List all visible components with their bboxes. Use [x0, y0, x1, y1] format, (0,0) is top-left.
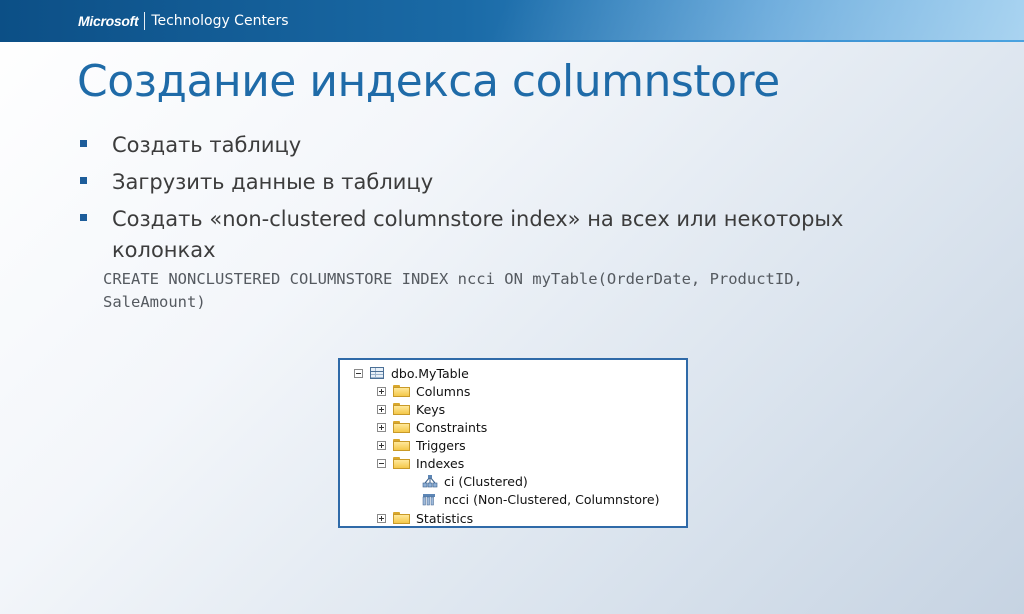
- tree-node-constraints[interactable]: Constraints: [377, 418, 487, 436]
- tree-node-label: Keys: [416, 401, 446, 417]
- tree-node-label: Triggers: [416, 437, 466, 453]
- folder-icon: [393, 403, 410, 415]
- expand-toggle-icon[interactable]: [377, 386, 386, 396]
- tree-node-label: Constraints: [416, 419, 488, 435]
- bullet-text: Загрузить данные в таблицу: [112, 170, 434, 194]
- bullet-text: Создать «non-clustered columnstore index…: [112, 207, 844, 262]
- folder-icon: [393, 421, 410, 433]
- tree-node-triggers[interactable]: Triggers: [377, 436, 466, 454]
- tree-node-label: Indexes: [416, 455, 465, 471]
- brand: Microsoft Technology Centers: [78, 11, 289, 31]
- tree-node-statistics[interactable]: Statistics: [377, 509, 473, 527]
- bullet-item: Создать «non-clustered columnstore index…: [78, 204, 938, 266]
- tree-node-index-columnstore[interactable]: ncci (Non-Clustered, Columnstore): [422, 490, 659, 508]
- expand-toggle-icon[interactable]: [377, 440, 386, 450]
- header-bar: Microsoft Technology Centers: [0, 0, 1024, 42]
- tree-node-label: Statistics: [416, 510, 474, 526]
- brand-subtitle: Technology Centers: [151, 13, 289, 29]
- expand-toggle-icon[interactable]: [377, 404, 386, 414]
- tree-node-label: dbo.MyTable: [391, 365, 469, 381]
- tree-node-table[interactable]: dbo.MyTable: [354, 364, 469, 382]
- tree-node-index-clustered[interactable]: ci (Clustered): [422, 472, 528, 490]
- bullet-square-icon: [80, 177, 87, 184]
- expand-toggle-icon[interactable]: [377, 513, 386, 523]
- bullet-list: Создать таблицу Загрузить данные в табли…: [78, 130, 938, 272]
- collapse-toggle-icon[interactable]: [377, 458, 386, 468]
- collapse-toggle-icon[interactable]: [354, 368, 363, 378]
- object-explorer-tree: dbo.MyTable Columns Keys Constraints Tri…: [338, 358, 688, 528]
- folder-icon: [393, 439, 410, 451]
- folder-icon: [393, 457, 410, 469]
- slide-title: Создание индекса columnstore: [77, 56, 780, 107]
- bullet-text: Создать таблицу: [112, 133, 302, 157]
- table-icon: [370, 367, 384, 379]
- expand-toggle-icon[interactable]: [377, 422, 386, 432]
- tree-node-label: ncci (Non-Clustered, Columnstore): [444, 491, 660, 507]
- bullet-square-icon: [80, 214, 87, 221]
- bullet-square-icon: [80, 140, 87, 147]
- sql-code: CREATE NONCLUSTERED COLUMNSTORE INDEX nc…: [103, 270, 813, 311]
- header-sheen: [487, 0, 1024, 40]
- microsoft-logo: Microsoft: [78, 13, 139, 29]
- clustered-index-icon: [422, 474, 438, 487]
- bullet-item: Загрузить данные в таблицу: [78, 167, 938, 198]
- tree-node-keys[interactable]: Keys: [377, 400, 445, 418]
- bullet-item: Создать таблицу: [78, 130, 938, 161]
- folder-icon: [393, 385, 410, 397]
- folder-icon: [393, 512, 410, 524]
- tree-node-label: ci (Clustered): [444, 473, 528, 489]
- columnstore-index-icon: [422, 493, 435, 505]
- tree-node-label: Columns: [416, 383, 471, 399]
- tree-node-indexes[interactable]: Indexes: [377, 454, 464, 472]
- brand-divider: [144, 12, 146, 30]
- tree-node-columns[interactable]: Columns: [377, 382, 470, 400]
